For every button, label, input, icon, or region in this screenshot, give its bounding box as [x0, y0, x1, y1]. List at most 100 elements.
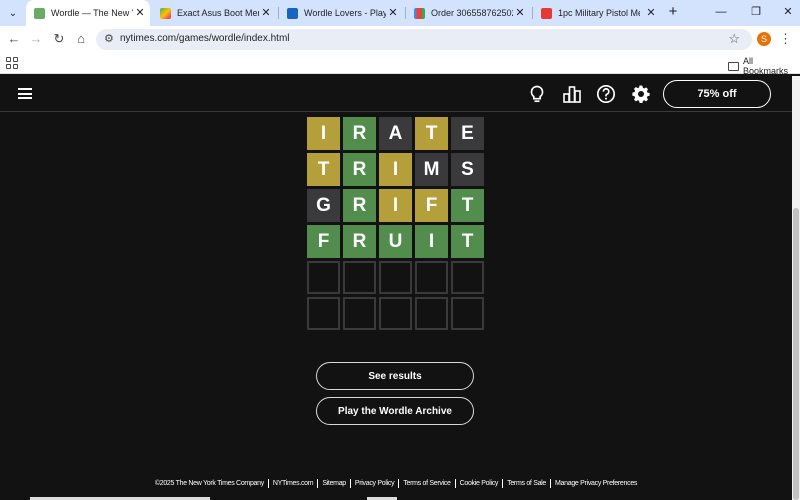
- tab-title: Wordle Lovers - Play the: [304, 8, 386, 18]
- letter-tile-present: T: [415, 117, 448, 150]
- wordle-favicon: [34, 7, 45, 19]
- settings-icon[interactable]: [631, 84, 651, 104]
- copyright-text: ©2025 The New York Times Company: [154, 479, 264, 487]
- see-results-button[interactable]: See results: [316, 362, 474, 390]
- close-tab-icon[interactable]: ✕: [387, 7, 399, 19]
- gmail-favicon: [414, 7, 425, 19]
- letter-tile-absent: A: [379, 117, 412, 150]
- close-window-icon[interactable]: ✕: [780, 4, 796, 20]
- browser-tab-strip: ⌄ Wordle — The New York ✕ Exact Asus Boo…: [0, 0, 800, 26]
- letter-tile-absent: M: [415, 153, 448, 186]
- letter-tile-correct: T: [451, 225, 484, 258]
- browser-tab[interactable]: Wordle Lovers - Play the ✕: [279, 0, 403, 26]
- letter-tile-correct: R: [343, 117, 376, 150]
- footer-link[interactable]: NYTimes.com: [273, 480, 314, 487]
- game-header: 75% off: [0, 76, 792, 112]
- home-icon[interactable]: ⌂: [72, 30, 90, 48]
- footer-separator: [267, 478, 269, 488]
- subscribe-promo-button[interactable]: 75% off: [663, 80, 771, 108]
- footer-separator: [550, 478, 552, 488]
- browser-menu-icon[interactable]: ⋮: [779, 31, 792, 47]
- scrollbar-thumb[interactable]: [793, 208, 799, 500]
- letter-tile-correct: R: [343, 153, 376, 186]
- close-tab-icon[interactable]: ✕: [134, 7, 146, 19]
- wl-favicon: [287, 7, 298, 19]
- close-tab-icon[interactable]: ✕: [260, 7, 272, 19]
- empty-tile: [415, 297, 448, 330]
- letter-tile-absent: S: [451, 153, 484, 186]
- lightbulb-icon[interactable]: [527, 84, 547, 104]
- footer-link[interactable]: Cookie Policy: [460, 480, 499, 487]
- tab-title: Exact Asus Boot Menu K: [177, 8, 259, 18]
- minimize-icon[interactable]: —: [713, 4, 729, 20]
- vertical-scrollbar[interactable]: [792, 76, 800, 500]
- restore-icon[interactable]: ❐: [748, 4, 764, 20]
- browser-tab[interactable]: 1pc Military Pistol Metal ✕: [533, 0, 661, 26]
- temu-favicon: [541, 7, 552, 19]
- close-tab-icon[interactable]: ✕: [514, 7, 526, 19]
- letter-tile-correct: U: [379, 225, 412, 258]
- footer-separator: [349, 478, 351, 488]
- site-info-icon[interactable]: ⚙: [104, 32, 114, 45]
- play-archive-button[interactable]: Play the Wordle Archive: [316, 397, 474, 425]
- tab-title: Order 3065587625023355: [431, 8, 513, 18]
- colorful-favicon: [160, 7, 171, 19]
- letter-tile-present: I: [307, 117, 340, 150]
- empty-tile: [451, 261, 484, 294]
- tab-title: Wordle — The New York: [51, 8, 133, 18]
- browser-toolbar: ← → ↻ ⌂ ⚙ nytimes.com/games/wordle/index…: [0, 26, 800, 52]
- new-tab-icon[interactable]: +: [665, 4, 681, 20]
- hamburger-menu-icon[interactable]: [18, 88, 32, 99]
- empty-tile: [451, 297, 484, 330]
- page-footer: ©2025 The New York Times Company NYTimes.…: [0, 477, 792, 489]
- address-bar[interactable]: ⚙ nytimes.com/games/wordle/index.html ☆: [96, 29, 752, 50]
- browser-tab[interactable]: Wordle — The New York ✕: [26, 0, 150, 26]
- bookmark-star-icon[interactable]: ☆: [728, 31, 740, 47]
- letter-tile-absent: G: [307, 189, 340, 222]
- letter-tile-correct: R: [343, 189, 376, 222]
- footer-separator: [317, 478, 319, 488]
- bookmarks-bar: All Bookmarks: [0, 52, 800, 76]
- letter-tile-present: F: [415, 189, 448, 222]
- tab-search-chevron-icon[interactable]: ⌄: [4, 4, 22, 22]
- letter-tile-present: I: [379, 189, 412, 222]
- letter-tile-present: T: [307, 153, 340, 186]
- empty-tile: [343, 297, 376, 330]
- letter-tile-correct: R: [343, 225, 376, 258]
- empty-tile: [307, 261, 340, 294]
- help-icon[interactable]: [596, 84, 616, 104]
- tab-title: 1pc Military Pistol Metal: [558, 8, 640, 18]
- empty-tile: [415, 261, 448, 294]
- footer-separator: [398, 478, 400, 488]
- game-board: IRATETRIMSGRIFTFRUIT: [307, 117, 484, 330]
- all-bookmarks-label: All Bookmarks: [742, 56, 788, 76]
- footer-link[interactable]: Manage Privacy Preferences: [555, 480, 637, 487]
- browser-tab[interactable]: Order 3065587625023355 ✕: [406, 0, 530, 26]
- footer-link[interactable]: Terms of Sale: [507, 480, 546, 487]
- browser-tab[interactable]: Exact Asus Boot Menu K ✕: [152, 0, 276, 26]
- footer-separator: [454, 478, 456, 488]
- url-text: nytimes.com/games/wordle/index.html: [120, 33, 290, 44]
- all-bookmarks-button[interactable]: All Bookmarks: [728, 56, 800, 76]
- footer-link[interactable]: Privacy Policy: [355, 480, 395, 487]
- back-icon[interactable]: ←: [5, 30, 23, 48]
- apps-grid-icon[interactable]: [6, 57, 18, 69]
- stats-icon[interactable]: [562, 84, 582, 104]
- letter-tile-absent: E: [451, 117, 484, 150]
- empty-tile: [379, 297, 412, 330]
- close-tab-icon[interactable]: ✕: [645, 7, 657, 19]
- folder-icon: [728, 61, 739, 71]
- footer-link[interactable]: Sitemap: [322, 480, 346, 487]
- empty-tile: [343, 261, 376, 294]
- forward-icon[interactable]: →: [27, 30, 45, 48]
- reload-icon[interactable]: ↻: [50, 30, 68, 48]
- footer-link[interactable]: Terms of Service: [403, 480, 451, 487]
- letter-tile-correct: F: [307, 225, 340, 258]
- letter-tile-correct: I: [415, 225, 448, 258]
- profile-avatar[interactable]: S: [757, 32, 771, 46]
- letter-tile-correct: T: [451, 189, 484, 222]
- letter-tile-present: I: [379, 153, 412, 186]
- empty-tile: [307, 297, 340, 330]
- empty-tile: [379, 261, 412, 294]
- footer-separator: [502, 478, 504, 488]
